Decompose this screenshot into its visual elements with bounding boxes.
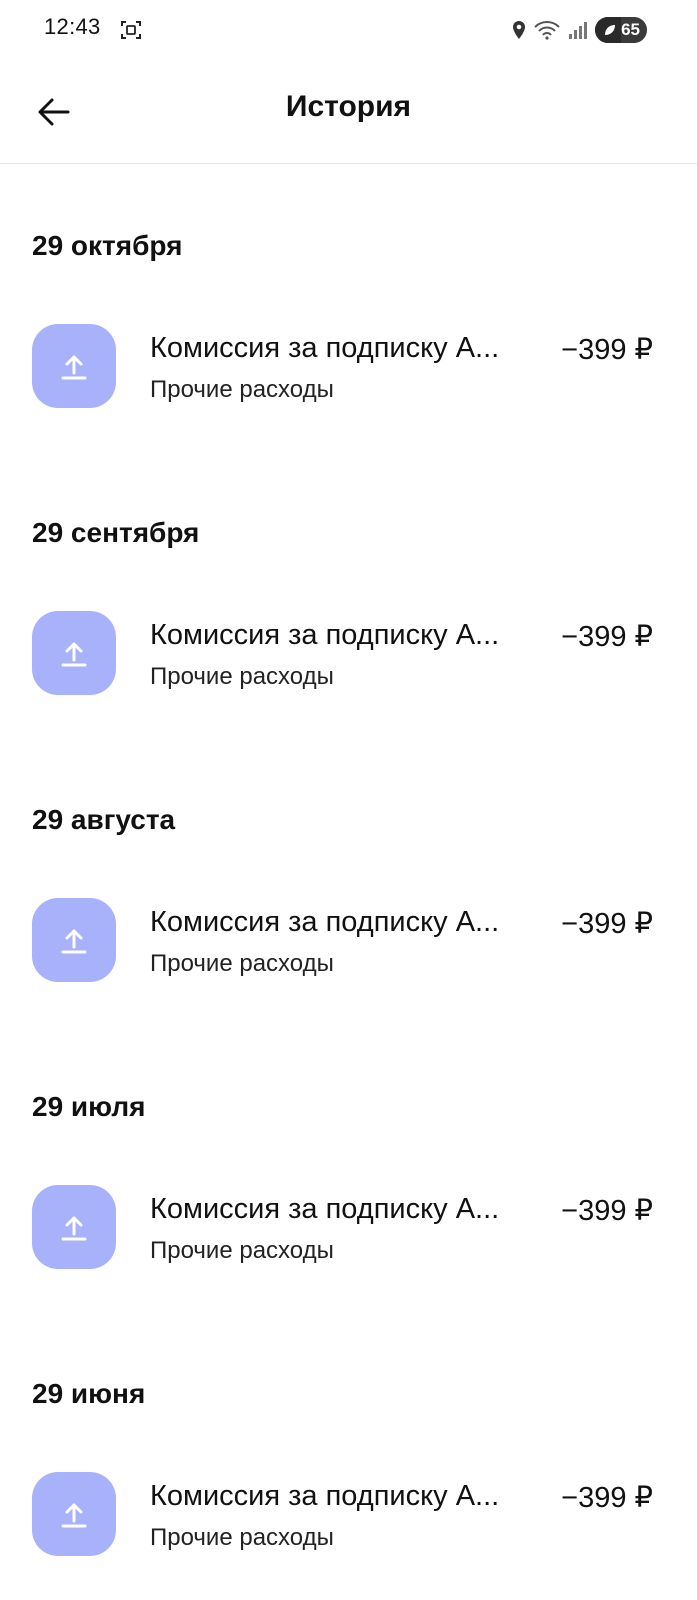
- transaction-category: Прочие расходы: [150, 1524, 334, 1551]
- history-list: 29 октября Комиссия за подписку А... Про…: [0, 164, 697, 1599]
- transaction-icon: [32, 1472, 116, 1556]
- transaction-row[interactable]: Комиссия за подписку А... Прочие расходы…: [0, 1185, 697, 1275]
- transaction-category: Прочие расходы: [150, 1237, 334, 1264]
- battery-level: 65: [621, 20, 640, 39]
- transaction-amount: −399 ₽: [561, 334, 653, 366]
- transaction-amount: −399 ₽: [561, 1195, 653, 1227]
- transaction-amount: −399 ₽: [561, 621, 653, 653]
- group-date: 29 июня: [32, 1378, 146, 1409]
- group-date: 29 октября: [32, 230, 183, 261]
- date-group: 29 июля Комиссия за подписку А... Прочие…: [0, 1025, 697, 1312]
- transaction-amount: −399 ₽: [561, 1482, 653, 1514]
- app-bar: История: [0, 62, 697, 164]
- transaction-category: Прочие расходы: [150, 950, 334, 977]
- transaction-category: Прочие расходы: [150, 663, 334, 690]
- transaction-row[interactable]: Комиссия за подписку А... Прочие расходы…: [0, 611, 697, 701]
- transaction-title: Комиссия за подписку А...: [150, 906, 500, 938]
- location-icon: [513, 21, 525, 39]
- upload-arrow-icon: [61, 642, 87, 667]
- transaction-icon: [32, 898, 116, 982]
- battery-saver-icon: [605, 25, 615, 35]
- upload-arrow-icon: [61, 1216, 87, 1241]
- signal-icon: [569, 22, 587, 39]
- transaction-amount: −399 ₽: [561, 908, 653, 940]
- transaction-icon: [32, 611, 116, 695]
- group-date: 29 сентября: [32, 517, 200, 548]
- transaction-category: Прочие расходы: [150, 376, 334, 403]
- date-group: 29 октября Комиссия за подписку А... Про…: [0, 164, 697, 451]
- upload-arrow-icon: [61, 1503, 87, 1528]
- transaction-row[interactable]: Комиссия за подписку А... Прочие расходы…: [0, 324, 697, 414]
- group-date: 29 июля: [32, 1091, 146, 1122]
- wifi-icon: [534, 21, 560, 40]
- transaction-row[interactable]: Комиссия за подписку А... Прочие расходы…: [0, 1472, 697, 1562]
- screen-capture-icon: [121, 21, 141, 39]
- group-date: 29 августа: [32, 804, 176, 835]
- date-group: 29 июня Комиссия за подписку А... Прочие…: [0, 1312, 697, 1599]
- transaction-row[interactable]: Комиссия за подписку А... Прочие расходы…: [0, 898, 697, 988]
- upload-arrow-icon: [61, 929, 87, 954]
- battery-indicator: 65: [595, 17, 647, 43]
- page-title: История: [285, 90, 412, 123]
- transaction-title: Комиссия за подписку А...: [150, 1193, 500, 1225]
- transaction-title: Комиссия за подписку А...: [150, 619, 500, 651]
- transaction-icon: [32, 1185, 116, 1269]
- status-time: 12:43: [44, 14, 101, 39]
- status-bar: 12:43 65: [0, 0, 697, 62]
- date-group: 29 сентября Комиссия за подписку А... Пр…: [0, 451, 697, 738]
- date-group: 29 августа Комиссия за подписку А... Про…: [0, 738, 697, 1025]
- transaction-title: Комиссия за подписку А...: [150, 332, 500, 364]
- transaction-title: Комиссия за подписку А...: [150, 1480, 500, 1512]
- upload-arrow-icon: [61, 355, 87, 380]
- transaction-icon: [32, 324, 116, 408]
